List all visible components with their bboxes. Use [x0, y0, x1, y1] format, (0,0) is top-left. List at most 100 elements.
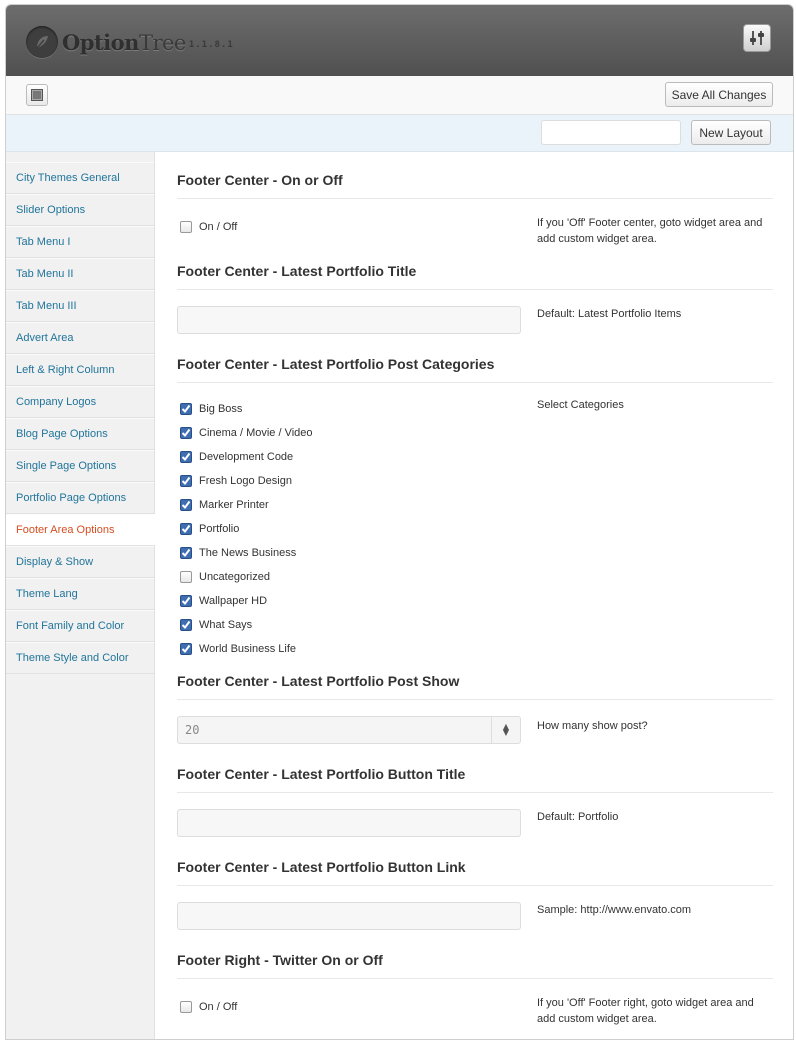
sidebar-item-company-logos[interactable]: Company Logos — [6, 386, 154, 418]
post-show-select[interactable]: 20 ▲ ▼ — [177, 716, 521, 744]
footer-center-onoff-checkbox[interactable]: On / Off — [177, 215, 521, 239]
sidebar-item-font-family-color[interactable]: Font Family and Color — [6, 610, 154, 642]
section-title: Footer Center - Latest Portfolio Post Ca… — [177, 356, 773, 383]
checkbox-box[interactable] — [180, 1001, 192, 1013]
section-description: If you 'Off' Footer center, goto widget … — [537, 217, 763, 245]
app-header: OptionTree 1.1.8.1 — [6, 5, 793, 76]
section-description: If you 'Off' Footer right, goto widget a… — [537, 997, 754, 1025]
checkbox-box[interactable] — [180, 643, 192, 655]
sliders-icon — [750, 31, 764, 45]
checkbox-box[interactable] — [180, 475, 192, 487]
checkbox-label: Marker Printer — [199, 499, 269, 511]
category-checkbox[interactable]: Fresh Logo Design — [177, 469, 521, 493]
twitter-onoff-checkbox[interactable]: On / Off — [177, 995, 521, 1019]
sidebar-item-footer-area-options[interactable]: Footer Area Options — [6, 514, 155, 546]
checkbox-box[interactable] — [180, 499, 192, 511]
new-layout-button[interactable]: New Layout — [691, 120, 771, 145]
layout-name-input[interactable] — [541, 120, 681, 145]
sidebar-item-tab-menu-3[interactable]: Tab Menu III — [6, 290, 154, 322]
checkbox-label: The News Business — [199, 547, 297, 559]
sidebar-item-left-right-column[interactable]: Left & Right Column — [6, 354, 154, 386]
leaf-logo-icon — [26, 26, 58, 58]
sidebar-item-tab-menu-2[interactable]: Tab Menu II — [6, 258, 154, 290]
section-description: Sample: http://www.envato.com — [537, 904, 692, 916]
checkbox-box[interactable] — [180, 619, 192, 631]
checkbox-box[interactable] — [180, 403, 192, 415]
sidebar-item-blog-page-options[interactable]: Blog Page Options — [6, 418, 154, 450]
checkbox-label: Fresh Logo Design — [199, 475, 292, 487]
sidebar-item-portfolio-page-options[interactable]: Portfolio Page Options — [6, 482, 154, 514]
section-title: Footer Center - On or Off — [177, 172, 773, 199]
category-checkbox[interactable]: Portfolio — [177, 517, 521, 541]
category-checkbox[interactable]: What Says — [177, 613, 521, 637]
sidebar-item-theme-style-color[interactable]: Theme Style and Color — [6, 642, 154, 674]
app-name-bold: Option — [62, 29, 139, 55]
section-description: How many show post? — [537, 720, 648, 732]
sidebar-item-tab-menu-1[interactable]: Tab Menu I — [6, 226, 154, 258]
section-title: Footer Center - Latest Portfolio Post Sh… — [177, 673, 773, 700]
category-checkbox[interactable]: Marker Printer — [177, 493, 521, 517]
sidebar-item-theme-lang[interactable]: Theme Lang — [6, 578, 154, 610]
checkbox-box[interactable] — [180, 571, 192, 583]
app-name-light: Tree — [138, 30, 186, 55]
section-button-title: Footer Center - Latest Portfolio Button … — [177, 744, 773, 837]
section-title: Footer Center - Latest Portfolio Button … — [177, 859, 773, 886]
section-twitter-onoff: Footer Right - Twitter On or Off On / Of… — [177, 930, 773, 1027]
section-description: Default: Portfolio — [537, 811, 619, 823]
category-checkbox[interactable]: Wallpaper HD — [177, 589, 521, 613]
checkbox-label: Cinema / Movie / Video — [199, 427, 313, 439]
sidebar-item-advert-area[interactable]: Advert Area — [6, 322, 154, 354]
top-toolbar: Save All Changes — [6, 76, 793, 115]
sidebar-item-city-themes-general[interactable]: City Themes General — [6, 162, 154, 194]
section-title: Footer Center - Latest Portfolio Title — [177, 263, 773, 290]
category-checkbox[interactable]: Cinema / Movie / Video — [177, 421, 521, 445]
app-logo: OptionTree 1.1.8.1 — [26, 26, 234, 58]
options-panel: Footer Center - On or Off On / Off If yo… — [155, 152, 793, 1039]
button-link-input[interactable] — [177, 902, 521, 930]
checkbox-box[interactable] — [180, 427, 192, 439]
category-checkbox[interactable]: Uncategorized — [177, 565, 521, 589]
portfolio-title-input[interactable] — [177, 306, 521, 334]
section-portfolio-categories: Footer Center - Latest Portfolio Post Ca… — [177, 334, 773, 661]
section-portfolio-post-show: Footer Center - Latest Portfolio Post Sh… — [177, 661, 773, 744]
section-description: Select Categories — [537, 399, 624, 411]
checkbox-label: What Says — [199, 619, 253, 631]
section-description: Default: Latest Portfolio Items — [537, 308, 682, 320]
app-version: 1.1.8.1 — [188, 39, 234, 50]
sidebar-item-display-show[interactable]: Display & Show — [6, 546, 154, 578]
section-title: Footer Right - Twitter On or Off — [177, 952, 773, 979]
optiontree-window: OptionTree 1.1.8.1 Save All Changes New … — [5, 4, 794, 1040]
checkbox-box[interactable] — [180, 523, 192, 535]
section-button-link: Footer Center - Latest Portfolio Button … — [177, 837, 773, 930]
category-checkbox[interactable]: World Business Life — [177, 637, 521, 661]
category-checkbox[interactable]: Big Boss — [177, 397, 521, 421]
checkbox-label: Wallpaper HD — [199, 595, 268, 607]
checkbox-box[interactable] — [180, 595, 192, 607]
category-checkbox[interactable]: The News Business — [177, 541, 521, 565]
select-value: 20 — [185, 723, 200, 737]
checkbox-box[interactable] — [180, 451, 192, 463]
checkbox-box[interactable] — [180, 547, 192, 559]
sidebar-item-slider-options[interactable]: Slider Options — [6, 194, 154, 226]
sidebar-item-single-page-options[interactable]: Single Page Options — [6, 450, 154, 482]
checkbox-label: Portfolio — [199, 523, 240, 535]
window-icon — [31, 89, 43, 101]
options-sidebar: City Themes General Slider Options Tab M… — [6, 152, 155, 1039]
section-footer-center-onoff: Footer Center - On or Off On / Off If yo… — [177, 152, 773, 247]
checkbox-box[interactable] — [180, 221, 192, 233]
section-title: Footer Center - Latest Portfolio Button … — [177, 766, 773, 793]
category-checkbox[interactable]: Development Code — [177, 445, 521, 469]
layout-toolbar: New Layout — [6, 115, 793, 152]
checkbox-label: Uncategorized — [199, 571, 270, 583]
save-all-changes-button[interactable]: Save All Changes — [665, 82, 773, 107]
checkbox-label: Development Code — [199, 451, 294, 463]
settings-sliders-button[interactable] — [743, 24, 771, 52]
checkbox-label: World Business Life — [199, 643, 297, 655]
button-title-input[interactable] — [177, 809, 521, 837]
checkbox-label: On / Off — [199, 1001, 238, 1013]
layout-toggle-button[interactable] — [26, 84, 48, 106]
checkbox-label: Big Boss — [199, 403, 243, 415]
section-portfolio-title: Footer Center - Latest Portfolio Title D… — [177, 247, 773, 334]
checkbox-label: On / Off — [199, 221, 238, 233]
category-checkbox-list: Big Boss Cinema / Movie / Video Developm… — [177, 397, 521, 661]
